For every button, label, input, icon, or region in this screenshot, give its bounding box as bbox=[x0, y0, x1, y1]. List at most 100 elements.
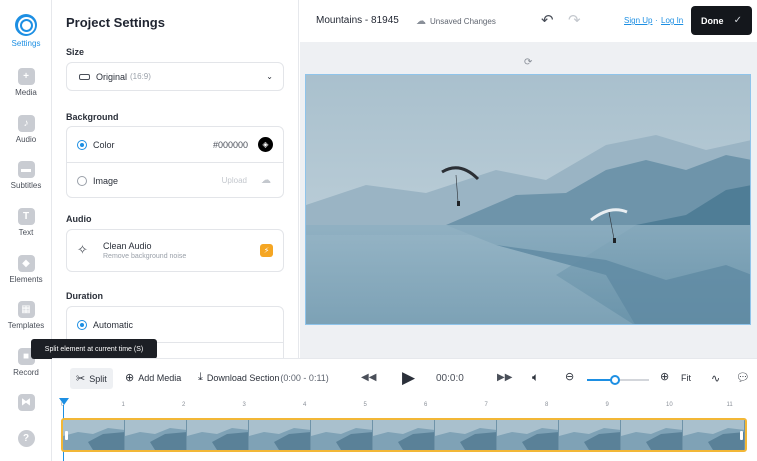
playhead-marker[interactable] bbox=[59, 398, 69, 405]
timeline-toolbar: ✂ Split ⊕ Add Media ⤓ Download Section (… bbox=[52, 358, 757, 400]
add-media-label: Add Media bbox=[138, 372, 182, 383]
waveform-icon[interactable]: ∿ bbox=[711, 372, 720, 385]
chevron-down-icon: ⌄ bbox=[266, 72, 273, 81]
clip-thumbnail bbox=[187, 420, 249, 450]
play-icon[interactable]: ▶ bbox=[402, 368, 415, 388]
rotate-handle-icon[interactable]: ⟳ bbox=[524, 57, 532, 68]
size-value: Original bbox=[96, 71, 128, 82]
aspect-ratio-icon bbox=[79, 73, 90, 80]
rail-label-templates: Templates bbox=[7, 321, 45, 330]
background-image-option[interactable]: Image Upload ☁ bbox=[67, 163, 283, 198]
zoom-slider[interactable] bbox=[587, 375, 649, 385]
clip-trim-handle-left[interactable] bbox=[65, 431, 68, 440]
canvas-stage: ⟳ bbox=[300, 42, 757, 358]
shapes-icon: ◆ bbox=[17, 255, 35, 272]
size-dropdown[interactable]: Original (16:9) ⌄ bbox=[66, 62, 284, 91]
rail-item-settings[interactable]: Settings bbox=[0, 14, 52, 48]
split-button[interactable]: ✂ Split bbox=[70, 368, 113, 389]
text-icon: T bbox=[17, 208, 35, 225]
volume-icon[interactable]: 🔈︎ bbox=[532, 370, 539, 385]
rail-label-elements: Elements bbox=[9, 275, 43, 284]
clip-trim-handle-right[interactable] bbox=[740, 431, 743, 440]
project-name[interactable]: Mountains - 81945 bbox=[316, 15, 399, 26]
upload-icon: ☁ bbox=[261, 175, 271, 186]
ruler-tick-label: 11 bbox=[726, 402, 733, 408]
rail-item-transitions[interactable]: ⧓ bbox=[0, 394, 52, 411]
redo-icon[interactable]: ↷ bbox=[568, 11, 581, 29]
add-media-button[interactable]: ⊕ Add Media bbox=[125, 371, 181, 384]
rail-item-subtitles[interactable]: ▬ Subtitles bbox=[0, 161, 52, 190]
scissors-icon: ✂ bbox=[76, 373, 86, 385]
rail-item-elements[interactable]: ◆ Elements bbox=[0, 255, 52, 284]
zoom-out-icon[interactable]: ⊖ bbox=[565, 370, 574, 383]
clip-thumbnail bbox=[621, 420, 683, 450]
help-icon: ? bbox=[17, 430, 35, 447]
subtitles-icon: ▬ bbox=[17, 161, 35, 178]
background-color-option[interactable]: Color #000000 ◈ bbox=[67, 127, 283, 163]
sign-up-link[interactable]: Sign Up bbox=[624, 16, 652, 25]
split-tooltip: Split element at current time (S) bbox=[31, 339, 157, 363]
save-status-text: Unsaved Changes bbox=[430, 17, 496, 26]
zoom-fit-label[interactable]: Fit bbox=[681, 373, 691, 383]
project-settings-panel: Project Settings Size Original (16:9) ⌄ … bbox=[52, 0, 299, 358]
clip-thumbnail bbox=[125, 420, 187, 450]
cloud-off-icon: ☁ bbox=[416, 16, 426, 27]
save-status: ☁ Unsaved Changes bbox=[416, 16, 496, 27]
templates-icon: ▦ bbox=[17, 301, 35, 318]
done-button[interactable]: Done ✓ bbox=[691, 6, 752, 35]
zoom-slider-knob[interactable] bbox=[609, 375, 620, 385]
ruler-tick-label: 6 bbox=[424, 402, 428, 408]
ruler-tick-label: 9 bbox=[605, 402, 609, 408]
clean-audio-card[interactable]: ✧ Clean Audio Remove background noise ⚡ bbox=[66, 229, 284, 272]
mountain-lake-image bbox=[306, 75, 750, 324]
duration-automatic-option[interactable]: Automatic bbox=[67, 307, 283, 343]
clip-thumbnail bbox=[249, 420, 311, 450]
music-note-icon: ♪ bbox=[17, 115, 35, 132]
transitions-icon: ⧓ bbox=[17, 394, 35, 411]
color-swatch[interactable]: ◈ bbox=[258, 137, 273, 152]
rail-item-templates[interactable]: ▦ Templates bbox=[0, 301, 52, 330]
ruler-tick-label: 4 bbox=[303, 402, 307, 408]
rail-label-subtitles: Subtitles bbox=[10, 181, 42, 190]
log-in-link[interactable]: Log In bbox=[661, 16, 683, 25]
timeline: 01234567891011 bbox=[52, 398, 757, 461]
background-section-label: Background bbox=[66, 112, 119, 122]
skip-back-icon[interactable]: ◀◀ bbox=[361, 372, 376, 383]
lightning-badge-icon: ⚡ bbox=[260, 244, 273, 257]
done-label: Done bbox=[701, 15, 724, 26]
ruler-tick-label: 2 bbox=[182, 402, 186, 408]
audio-section-label: Audio bbox=[66, 214, 92, 224]
video-preview[interactable] bbox=[305, 74, 751, 325]
rail-item-help[interactable]: ? bbox=[0, 430, 52, 447]
ruler-tick-label: 8 bbox=[545, 402, 549, 408]
automatic-label: Automatic bbox=[93, 319, 134, 330]
image-radio[interactable] bbox=[77, 175, 87, 186]
color-value: #000000 bbox=[212, 139, 248, 150]
rail-item-text[interactable]: T Text bbox=[0, 208, 52, 237]
zoom-in-icon[interactable]: ⊕ bbox=[660, 370, 669, 383]
color-radio[interactable] bbox=[77, 139, 87, 150]
skip-forward-icon[interactable]: ▶▶ bbox=[497, 372, 512, 383]
clip-thumbnail bbox=[373, 420, 435, 450]
ruler-tick-label: 5 bbox=[363, 402, 367, 408]
download-icon: ⤓ bbox=[198, 371, 203, 383]
comment-icon[interactable]: 💬︎ bbox=[736, 371, 750, 384]
video-clip-track[interactable] bbox=[61, 418, 747, 452]
rail-item-media[interactable]: + Media bbox=[0, 68, 52, 97]
ruler-tick-label: 1 bbox=[121, 402, 125, 408]
check-icon: ✓ bbox=[733, 15, 742, 26]
clean-audio-title: Clean Audio bbox=[103, 241, 152, 251]
automatic-radio[interactable] bbox=[77, 319, 87, 330]
ruler-tick-label: 7 bbox=[484, 402, 488, 408]
left-rail: Settings + Media ♪ Audio ▬ Subtitles T T… bbox=[0, 0, 52, 461]
download-section-button[interactable]: ⤓ Download Section (0:00 - 0:11) bbox=[198, 371, 329, 384]
ruler-tick-label: 3 bbox=[242, 402, 246, 408]
upload-label[interactable]: Upload bbox=[222, 176, 247, 185]
clip-thumbnail bbox=[683, 420, 745, 450]
rail-item-audio[interactable]: ♪ Audio bbox=[0, 115, 52, 144]
playback-time: 00:0:0 bbox=[436, 373, 464, 384]
clip-thumbnail bbox=[497, 420, 559, 450]
image-option-label: Image bbox=[93, 175, 119, 186]
undo-icon[interactable]: ↶ bbox=[541, 11, 554, 29]
download-range: (0:00 - 0:11) bbox=[280, 372, 329, 383]
